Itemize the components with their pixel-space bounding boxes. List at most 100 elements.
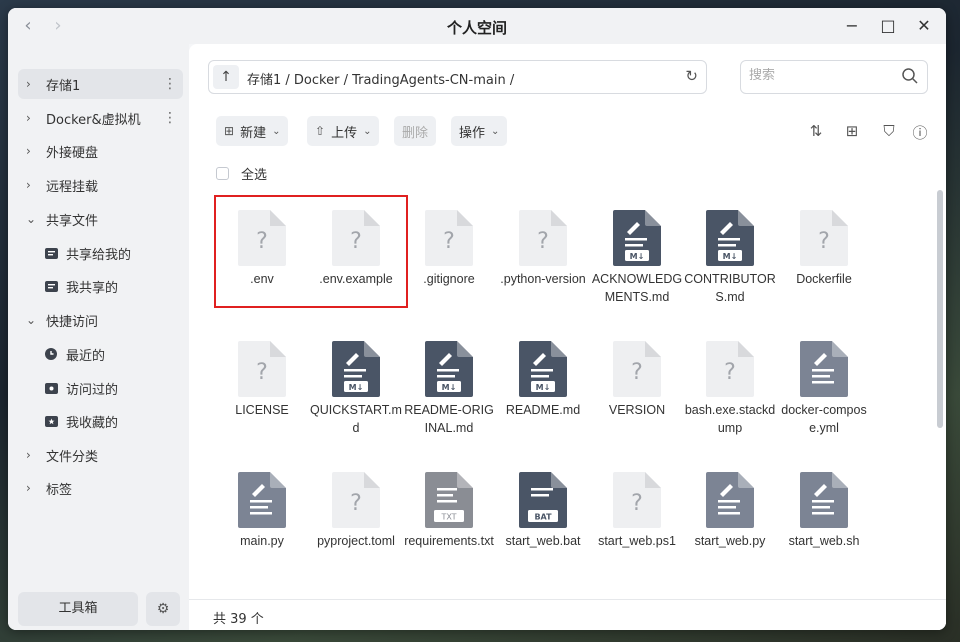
unknown-file-icon: ? (403, 210, 495, 266)
delete-button[interactable]: 删除 (394, 116, 437, 146)
svg-text:?: ? (631, 360, 643, 385)
refresh-icon[interactable]: ↻ (685, 67, 698, 85)
toolbox-button[interactable]: 工具箱 (18, 592, 138, 626)
file-item[interactable]: TXT requirements.txt (403, 472, 495, 550)
chevron-down-icon: ⌄ (363, 125, 372, 137)
markdown-file-icon: M↓ (591, 210, 683, 266)
file-name: .python-version (500, 272, 586, 286)
sidebar-item-quick-access[interactable]: ⌄ 快捷访问 (18, 305, 183, 335)
clock-icon (44, 347, 58, 361)
file-name: Dockerfile (796, 272, 852, 286)
file-item[interactable]: start_web.sh (778, 472, 870, 550)
search-box (740, 60, 928, 94)
up-button[interactable]: ↑ (213, 65, 239, 89)
txt-file-icon: TXT (403, 472, 495, 528)
svg-text:M↓: M↓ (723, 252, 738, 261)
file-item[interactable]: M↓ ACKNOWLEDGMENTS.md (591, 210, 683, 306)
select-all[interactable]: 全选 (216, 164, 267, 183)
svg-text:?: ? (631, 491, 643, 516)
unknown-file-icon: ? (591, 472, 683, 528)
file-item[interactable]: ? LICENSE (216, 341, 308, 419)
file-item[interactable]: ? Dockerfile (778, 210, 870, 288)
file-item[interactable]: M↓ CONTRIBUTORS.md (684, 210, 776, 306)
chevron-down-icon: ⌄ (272, 125, 281, 137)
file-name: QUICKSTART.md (310, 403, 402, 435)
upload-button[interactable]: ⇧ 上传 ⌄ (307, 116, 380, 146)
document-file-icon (778, 472, 870, 528)
file-name: main.py (240, 534, 284, 548)
sidebar-item-tags[interactable]: › 标签 (18, 473, 183, 503)
settings-button[interactable]: ⚙ (146, 592, 180, 626)
select-all-checkbox[interactable] (216, 167, 229, 180)
svg-text:M↓: M↓ (349, 383, 364, 392)
sidebar-item-label: Docker&虚拟机 (46, 112, 141, 128)
file-item[interactable]: BAT start_web.bat (497, 472, 589, 550)
minimize-button[interactable]: − (840, 16, 864, 36)
file-item[interactable]: ? pyproject.toml (310, 472, 402, 550)
sidebar-item-external-disk[interactable]: › 外接硬盘 (18, 136, 183, 166)
maximize-button[interactable]: □ (876, 16, 900, 36)
sidebar-item-my-shares[interactable]: 我共享的 (18, 271, 183, 301)
sidebar-item-docker[interactable]: › Docker&虚拟机 ⋮ (18, 103, 183, 133)
item-count: 共 39 个 (213, 612, 264, 627)
file-item[interactable]: M↓ README.md (497, 341, 589, 419)
sort-icon[interactable]: ⇅ (806, 122, 826, 142)
new-button[interactable]: ⊞ 新建 ⌄ (216, 116, 289, 146)
sidebar-item-shared-with-me[interactable]: 共享给我的 (18, 238, 183, 268)
document-file-icon (778, 341, 870, 397)
sidebar-item-visited[interactable]: 访问过的 (18, 373, 183, 403)
file-item[interactable]: ? .python-version (497, 210, 589, 288)
sidebar-item-label: 外接硬盘 (46, 145, 99, 161)
sidebar-sub-label: 访问过的 (66, 382, 119, 398)
sidebar-item-recent[interactable]: 最近的 (18, 339, 183, 369)
action-button-label: 操作 (459, 125, 486, 141)
sidebar-item-remote-mount[interactable]: › 远程挂载 (18, 170, 183, 200)
svg-text:?: ? (724, 360, 736, 385)
upload-icon: ⇧ (315, 124, 326, 138)
document-file-icon (684, 472, 776, 528)
chevron-right-icon: › (26, 481, 31, 495)
file-item[interactable]: start_web.py (684, 472, 776, 550)
share-out-icon (44, 279, 58, 293)
bat-file-icon: BAT (497, 472, 589, 528)
file-item[interactable]: ? .gitignore (403, 210, 495, 288)
file-item[interactable]: docker-compose.yml (778, 341, 870, 437)
file-item[interactable]: ? start_web.ps1 (591, 472, 683, 550)
sidebar-sub-label: 我收藏的 (66, 415, 119, 431)
sidebar-item-shared-files[interactable]: ⌄ 共享文件 (18, 204, 183, 234)
file-manager-window: ‹ › 个人空间 − □ ✕ › 存储1 ⋮ › Docker&虚拟机 ⋮ › … (8, 8, 946, 630)
window-title: 个人空间 (446, 19, 507, 37)
sidebar-item-label: 标签 (46, 482, 73, 498)
markdown-file-icon: M↓ (684, 210, 776, 266)
sidebar-item-storage1[interactable]: › 存储1 ⋮ (18, 69, 183, 99)
filter-icon[interactable]: ⛉ (879, 122, 899, 142)
sidebar-item-label: 存储1 (46, 78, 81, 94)
file-item[interactable]: M↓ README-ORIGINAL.md (403, 341, 495, 437)
chevron-right-icon: › (26, 178, 31, 192)
chevron-right-icon: › (26, 448, 31, 462)
file-item[interactable]: ? VERSION (591, 341, 683, 419)
grid-view-icon[interactable]: ⊞ (842, 122, 862, 142)
arrow-up-icon: ↑ (220, 69, 232, 85)
file-item[interactable]: ? bash.exe.stackdump (684, 341, 776, 437)
unknown-file-icon: ? (684, 341, 776, 397)
vertical-scrollbar[interactable] (937, 190, 943, 428)
sidebar-item-favorites[interactable]: 我收藏的 (18, 406, 183, 436)
file-name: docker-compose.yml (781, 403, 867, 435)
file-item[interactable]: main.py (216, 472, 308, 550)
new-button-label: 新建 (240, 125, 267, 141)
sidebar-item-file-categories[interactable]: › 文件分类 (18, 440, 183, 470)
file-name: start_web.bat (505, 534, 581, 548)
search-icon[interactable] (901, 67, 919, 85)
close-button[interactable]: ✕ (912, 16, 936, 36)
more-icon[interactable]: ⋮ (163, 110, 177, 126)
action-button[interactable]: 操作 ⌄ (451, 116, 508, 146)
search-input[interactable] (749, 68, 889, 83)
more-icon[interactable]: ⋮ (163, 76, 177, 92)
path-bar[interactable]: ↑ 存储1 / Docker / TradingAgents-CN-main /… (208, 60, 707, 94)
info-icon[interactable]: ⓘ (910, 122, 930, 142)
unknown-file-icon: ? (591, 341, 683, 397)
file-item[interactable]: M↓ QUICKSTART.md (310, 341, 402, 437)
svg-text:M↓: M↓ (630, 252, 645, 261)
file-name: bash.exe.stackdump (684, 403, 776, 435)
